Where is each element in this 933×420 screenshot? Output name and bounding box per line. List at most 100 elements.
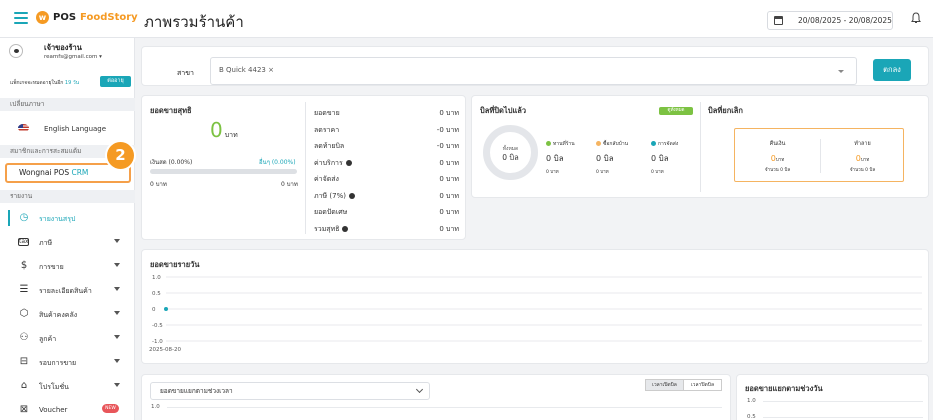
view-all-button[interactable]: ดูทั้งหมด [659, 107, 693, 115]
brand-name: FoodStory [80, 12, 138, 23]
refund-count: จำนวน 0 บิล [764, 168, 791, 173]
net-sales-title: ยอดขายสุทธิ [150, 106, 192, 115]
y-tick-label: 1.0 [151, 404, 160, 410]
nav-voucher[interactable]: ⊠ Voucher NEW [0, 398, 135, 420]
date-range-picker[interactable]: 20/08/2025 - 20/08/2025 [767, 11, 893, 30]
breakdown-label: ค่าจัดส่ง [314, 175, 339, 183]
tag-icon: ⌂ [20, 380, 28, 391]
void-amount: 0บาท [820, 154, 905, 163]
refund-amount: 0บาท [735, 154, 820, 163]
nav-promotion[interactable]: ⌂ โปรโมชั่น [0, 374, 135, 398]
legend-count: 0 บิล [546, 154, 564, 163]
nav-label: ภาษี [39, 239, 53, 247]
divider [305, 102, 306, 234]
branch-filter-card: สาขา B Quick 4423 × ตกลง [141, 46, 929, 86]
renew-button[interactable]: ต่ออายุ [100, 76, 131, 87]
chevron-down-icon [114, 263, 120, 267]
sidebar: เจ้าของร้าน reamfs@gmail.com ▾ แพ็กเกจจะ… [0, 38, 135, 420]
y-tick-label: 1.0 [747, 398, 756, 404]
nav-product-detail[interactable]: ☰ รายละเอียดสินค้า [0, 278, 135, 302]
legend-delivery: การจัดส่ง 0 บิล 0 บาท [651, 140, 678, 175]
branch-chip: B Quick 4423 × [219, 66, 274, 74]
nav-sales[interactable]: $ การขาย [0, 254, 135, 278]
nav-customers[interactable]: ⚇ ลูกค้า [0, 326, 135, 350]
breakdown-label: ยอดขาย [314, 109, 340, 117]
language-section-header: เปลี่ยนภาษา [0, 98, 135, 111]
legend-dot [651, 141, 656, 146]
nav-label: รายงานสรุป [39, 215, 76, 223]
chevron-down-icon [114, 311, 120, 315]
report-section-header: รายงาน [0, 190, 135, 203]
brand-pos: POS [53, 12, 77, 23]
language-switch[interactable]: English Language [0, 120, 135, 138]
user-name[interactable]: เจ้าของร้าน [44, 42, 82, 54]
daily-sales-card: ยอดขายรายวัน 1.0 0.5 0 -0.5 -1.0 2025-08-20 [141, 249, 929, 364]
breakdown-value: -0 บาท [436, 142, 459, 150]
nav-sales-round[interactable]: ⊟ รอบการขาย [0, 350, 135, 374]
refund-label: คืนเงิน [769, 141, 786, 147]
payment-progress-bar [150, 169, 297, 174]
list-icon: ☰ [19, 284, 29, 295]
close-time-toggle[interactable]: เวลาปิดบิล [683, 379, 722, 391]
legend-count: 0 บิล [596, 154, 614, 163]
void-count: จำนวน 0 บิล [849, 168, 876, 173]
nav-tax[interactable]: tax ภาษี [0, 230, 135, 254]
closed-bills-title: บิลที่ปิดไปแล้ว [480, 106, 527, 115]
ok-button[interactable]: ตกลง [873, 59, 911, 81]
breakdown-label: ลดท้ายบิล [314, 142, 345, 150]
breakdown-row: ลดท้ายบิล -0 บาท [314, 138, 459, 154]
branch-select[interactable]: B Quick 4423 × [210, 57, 857, 85]
breakdown-label: ลดราคา [314, 125, 340, 134]
open-time-toggle[interactable]: เวลาเปิดบิล [645, 379, 684, 391]
chart-type-select[interactable]: ยอดขายแยกตามช่วงเวลา [150, 382, 430, 400]
breakdown-value: 0 บาท [439, 158, 459, 167]
chevron-down-icon [114, 383, 120, 387]
refund-column: คืนเงิน 0บาท จำนวน 0 บิล [735, 129, 820, 183]
user-email-text: reamfs@gmail.com [44, 54, 98, 60]
nav-summary-report[interactable]: ◷ รายงานสรุป [0, 206, 135, 230]
nav-label: รอบการขาย [39, 359, 77, 367]
caret-down-icon [838, 70, 844, 73]
info-icon[interactable] [349, 192, 355, 199]
y-tick-label: -0.5 [152, 323, 163, 329]
branch-chip-text: B Quick 4423 [219, 66, 266, 74]
legend-dot [596, 141, 601, 146]
us-flag-icon [18, 124, 29, 132]
bills-donut: ทั้งหมด 0 บิล [483, 125, 538, 180]
net-sales-value: 0 [210, 118, 223, 142]
refund-unit: บาท [775, 158, 785, 163]
closed-bills-card: บิลที่ปิดไปแล้ว ดูทั้งหมด ทั้งหมด 0 บิล … [471, 95, 929, 198]
y-tick-label: 1.0 [152, 275, 161, 281]
nav-label: รายละเอียดสินค้า [39, 287, 92, 295]
breakdown-value: 0 บาท [439, 208, 459, 216]
user-email[interactable]: reamfs@gmail.com ▾ [44, 54, 102, 60]
menu-icon[interactable] [14, 12, 28, 24]
nav-inventory[interactable]: ⬡ สินค้าคงคลัง [0, 302, 135, 326]
legend-name: ทานที่ร้าน [553, 141, 575, 147]
brand-logo[interactable]: w POS FoodStory [36, 11, 138, 24]
nav-label: การขาย [39, 263, 64, 271]
inbox-icon: ⊟ [19, 356, 29, 367]
bell-icon[interactable] [911, 12, 921, 24]
users-icon: ⚇ [19, 332, 29, 343]
nav-label: สินค้าคงคลัง [39, 311, 78, 319]
box-icon: ⬡ [19, 308, 29, 319]
nav-label: โปรโมชั่น [39, 383, 69, 391]
crm-suffix: CRM [71, 168, 89, 177]
daily-sales-chart: 1.0 0.5 0 -0.5 -1.0 2025-08-20 [149, 275, 922, 353]
info-icon[interactable] [346, 159, 352, 166]
avatar[interactable] [9, 44, 23, 58]
chevron-down-icon [114, 287, 120, 291]
legend-dot [546, 141, 551, 146]
y-tick-label: 0.5 [747, 414, 756, 420]
new-badge: NEW [102, 404, 119, 413]
chevron-down-icon [114, 335, 120, 339]
cancelled-bills-title: บิลที่ยกเลิก [708, 106, 743, 115]
breakdown-label: รวมสุทธิ [314, 224, 340, 233]
legend-name: ซื้อกลับบ้าน [603, 141, 629, 147]
data-point[interactable] [164, 307, 168, 311]
breakdown-row: ค่าจัดส่ง 0 บาท [314, 171, 459, 187]
info-icon[interactable] [342, 225, 348, 232]
remove-chip-icon[interactable]: × [268, 66, 274, 74]
breakdown-row: รวมสุทธิ 0 บาท [314, 221, 459, 237]
